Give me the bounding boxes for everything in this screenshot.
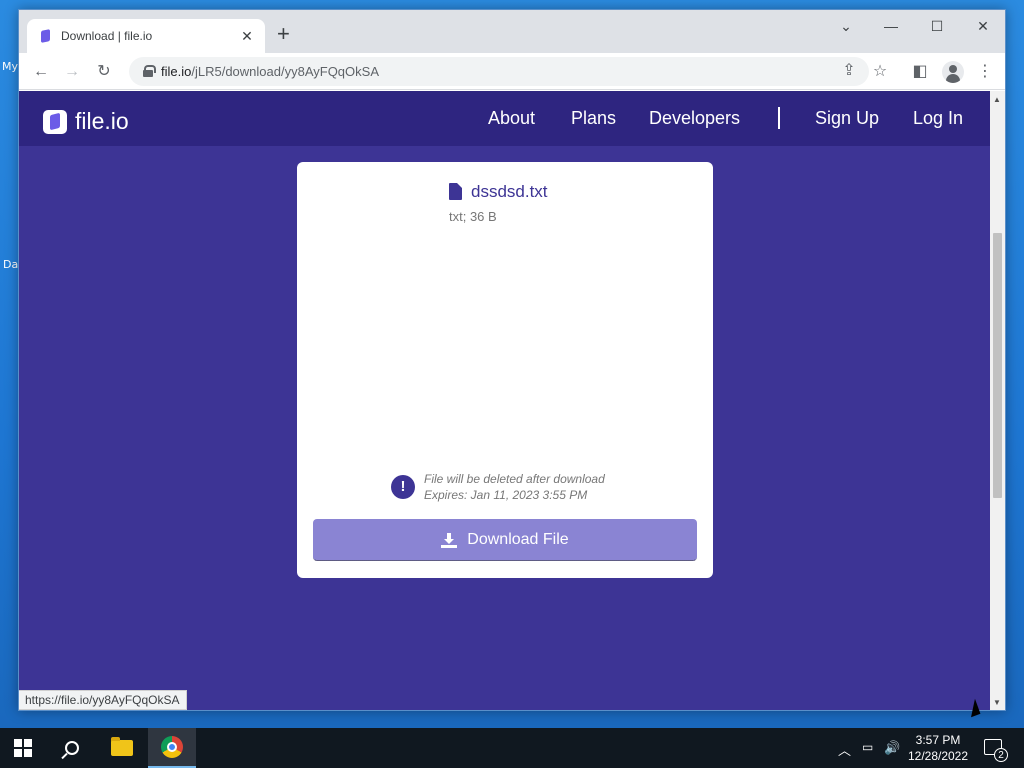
tab-title: Download | file.io (61, 29, 153, 43)
back-button[interactable]: ← (31, 62, 51, 82)
forward-button[interactable]: → (62, 62, 82, 82)
nav-log-in-link[interactable]: Log In (913, 108, 963, 129)
reload-button[interactable]: ↻ (94, 62, 114, 82)
expiry-date: Expires: Jan 11, 2023 3:55 PM (424, 488, 588, 502)
nav-about-link[interactable]: About (488, 108, 535, 129)
web-page: file.io About Plans Developers Sign Up L… (19, 91, 990, 710)
new-tab-button[interactable]: + (277, 23, 290, 45)
site-logo[interactable]: file.io (43, 108, 129, 135)
file-icon (449, 183, 462, 200)
taskbar: ︿ ▭ 🔊 3:57 PM 12/28/2022 2 (0, 728, 1024, 768)
nav-sign-up-link[interactable]: Sign Up (815, 108, 879, 129)
nav-divider (778, 107, 780, 129)
windows-start-icon[interactable] (14, 739, 32, 757)
close-tab-icon[interactable]: ✕ (239, 28, 255, 45)
close-window-button[interactable]: ✕ (973, 18, 993, 35)
logo-text: file.io (75, 108, 129, 134)
fileio-favicon-icon (39, 30, 51, 42)
scroll-up-icon[interactable]: ▲ (993, 95, 1001, 104)
side-panel-icon[interactable]: ◧ (910, 62, 930, 82)
fileio-logo-icon (43, 109, 67, 134)
notification-count-badge: 2 (994, 748, 1008, 762)
scroll-thumb[interactable] (993, 233, 1002, 498)
browser-toolbar: ← → ↻ file.io/jLR5/download/yy8AyFQqOkSA… (19, 53, 1005, 90)
browser-window: Download | file.io ✕ + ⌄ — ☐ ✕ ← → ↻ fil… (18, 9, 1006, 711)
expiry-notice: File will be deleted after download Expi… (424, 471, 605, 503)
url-path: /jLR5/download/yy8AyFQqOkSA (191, 64, 379, 79)
search-icon (65, 741, 79, 755)
clock-time: 3:57 PM (915, 733, 961, 747)
desktop-icon-label[interactable]: Da (3, 258, 18, 271)
minimize-button[interactable]: — (881, 18, 901, 34)
maximize-button[interactable]: ☐ (927, 18, 947, 35)
address-bar[interactable]: file.io/jLR5/download/yy8AyFQqOkSA ⇪ (129, 57, 869, 86)
tab-search-icon[interactable]: ⌄ (836, 18, 856, 35)
share-icon[interactable]: ⇪ (839, 61, 859, 81)
taskbar-chrome[interactable] (148, 728, 196, 768)
volume-icon[interactable]: 🔊 (884, 740, 900, 756)
page-scrollbar[interactable]: ▲ ▼ (990, 91, 1005, 710)
profile-avatar-icon[interactable] (942, 61, 964, 83)
lock-icon[interactable] (143, 65, 156, 77)
download-file-button[interactable]: Download File (313, 519, 697, 561)
url-text[interactable]: file.io/jLR5/download/yy8AyFQqOkSA (161, 64, 379, 79)
taskbar-search-button[interactable] (48, 728, 96, 768)
tab-download[interactable]: Download | file.io ✕ (27, 19, 265, 53)
browser-menu-icon[interactable]: ⋮ (975, 62, 995, 82)
download-button-label: Download File (467, 530, 569, 548)
network-icon[interactable]: ▭ (862, 740, 873, 754)
desktop-icon-label[interactable]: My (2, 60, 18, 73)
taskbar-clock[interactable]: 3:57 PM 12/28/2022 (906, 732, 970, 764)
download-icon (441, 532, 458, 548)
clock-date: 12/28/2022 (907, 749, 969, 763)
file-meta: txt; 36 B (449, 209, 497, 224)
scroll-down-icon[interactable]: ▼ (993, 698, 1001, 707)
folder-icon (111, 737, 133, 756)
url-host: file.io (161, 64, 192, 79)
chrome-icon (161, 736, 183, 758)
tray-overflow-icon[interactable]: ︿ (838, 740, 851, 759)
site-header: file.io About Plans Developers Sign Up L… (19, 91, 990, 146)
tab-strip: Download | file.io ✕ + ⌄ — ☐ ✕ (19, 10, 1005, 53)
exclamation-icon: ! (391, 475, 415, 499)
nav-developers-link[interactable]: Developers (649, 108, 740, 129)
bookmark-star-icon[interactable]: ☆ (870, 62, 890, 82)
download-card: dssdsd.txt txt; 36 B ! File will be dele… (297, 162, 713, 578)
link-status-bubble: https://file.io/yy8AyFQqOkSA (19, 690, 187, 710)
taskbar-file-explorer[interactable] (98, 728, 146, 768)
file-name: dssdsd.txt (471, 182, 548, 201)
deletion-notice: File will be deleted after download (424, 472, 605, 486)
nav-plans-link[interactable]: Plans (571, 108, 616, 129)
